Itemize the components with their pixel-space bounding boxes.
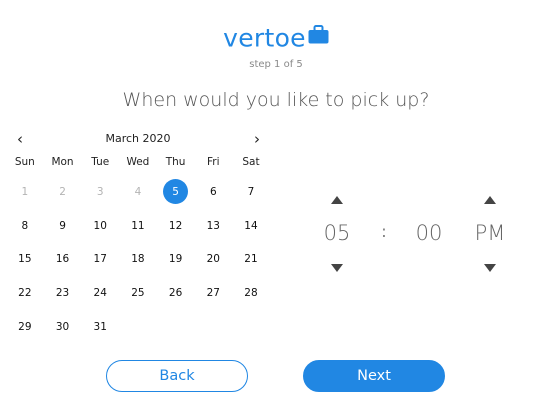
day-number: 19 xyxy=(168,253,183,266)
day-cell[interactable]: 9 xyxy=(44,209,82,243)
day-cell[interactable]: 14 xyxy=(232,209,270,243)
day-cell[interactable]: 29 xyxy=(6,310,44,344)
day-number: 1 xyxy=(21,185,29,198)
day-cell[interactable]: 12 xyxy=(157,209,195,243)
day-cell[interactable]: 18 xyxy=(119,243,157,277)
day-cell: 1 xyxy=(6,175,44,209)
day-number: 26 xyxy=(168,287,183,300)
time-picker: 05 : 00 PM xyxy=(305,190,540,278)
next-button[interactable]: Next xyxy=(303,360,445,392)
day-cell[interactable]: 22 xyxy=(6,276,44,310)
page-question: When would you like to pick up? xyxy=(122,89,430,111)
day-number: 2 xyxy=(59,185,66,198)
day-cell[interactable]: 13 xyxy=(194,209,232,243)
day-number: 8 xyxy=(21,219,29,232)
day-number: 23 xyxy=(55,287,70,300)
weekday-label: Tue xyxy=(91,156,110,168)
pickup-scheduler-page: vertoe step 1 of 5 When would you like t… xyxy=(0,0,552,414)
day-cell[interactable]: 23 xyxy=(44,276,82,310)
weekday-label: Thu xyxy=(165,156,186,168)
brand-name: vertoe xyxy=(223,23,306,53)
day-number: 24 xyxy=(93,287,107,300)
day-cell[interactable]: 8 xyxy=(6,209,44,243)
day-cell[interactable]: 25 xyxy=(119,276,157,310)
day-cell[interactable]: 16 xyxy=(44,243,82,277)
step-indicator: step 1 of 5 xyxy=(249,59,303,70)
day-number: 7 xyxy=(247,185,255,198)
day-number: 10 xyxy=(93,219,107,232)
day-number: 22 xyxy=(18,287,32,300)
hour-increment-arrow-icon[interactable] xyxy=(331,196,343,204)
weekday-label: Wed xyxy=(126,156,150,168)
day-number: 3 xyxy=(96,185,104,198)
day-number: 6 xyxy=(209,185,217,198)
day-number: 18 xyxy=(131,253,145,266)
day-number: 30 xyxy=(55,321,70,334)
day-cell: 3 xyxy=(81,175,119,209)
period-value[interactable]: PM xyxy=(460,221,520,245)
day-number: 15 xyxy=(18,253,32,266)
weekday-label: Sun xyxy=(14,156,35,168)
weekday-label: Sat xyxy=(242,156,260,168)
calendar-days-grid: 1 2 3 4 5 6 7 8 9 10 11 12 13 14 15 16 17 18 19 20 21 22 23 24 2… xyxy=(6,175,270,344)
day-number: 20 xyxy=(206,253,220,266)
day-number: 11 xyxy=(131,219,145,232)
minute-value[interactable]: 00 xyxy=(399,221,459,245)
day-number: 13 xyxy=(206,219,220,232)
weekday-label: Fri xyxy=(207,156,220,168)
period-increment-arrow-icon[interactable] xyxy=(484,196,496,204)
day-number: 27 xyxy=(206,287,220,300)
day-cell[interactable]: 27 xyxy=(194,276,232,310)
briefcase-icon xyxy=(308,21,329,50)
day-number: 28 xyxy=(244,287,258,300)
period-decrement-arrow-icon[interactable] xyxy=(484,264,496,272)
hour-value[interactable]: 05 xyxy=(307,221,367,245)
day-cell[interactable]: 7 xyxy=(232,175,270,209)
day-cell[interactable]: 28 xyxy=(232,276,270,310)
day-number: 17 xyxy=(93,253,107,266)
day-cell: 4 xyxy=(119,175,157,209)
day-cell[interactable]: 17 xyxy=(81,243,119,277)
day-cell[interactable]: 24 xyxy=(81,276,119,310)
day-cell[interactable]: 21 xyxy=(232,243,270,277)
day-cell[interactable]: 20 xyxy=(194,243,232,277)
day-number: 14 xyxy=(244,219,258,232)
time-separator: : xyxy=(381,222,387,241)
day-cell[interactable]: 30 xyxy=(44,310,82,344)
back-button[interactable]: Back xyxy=(106,360,248,392)
month-label: March 2020 xyxy=(105,132,171,145)
day-cell[interactable]: 10 xyxy=(81,209,119,243)
hour-decrement-arrow-icon[interactable] xyxy=(331,264,343,272)
day-cell[interactable]: 15 xyxy=(6,243,44,277)
brand-logo: vertoe xyxy=(0,22,552,53)
day-cell-selected[interactable]: 5 xyxy=(157,175,195,209)
day-number: 29 xyxy=(18,321,32,334)
day-number: 25 xyxy=(131,287,145,300)
day-number: 21 xyxy=(244,253,258,266)
day-number: 5 xyxy=(163,179,189,205)
day-number: 9 xyxy=(59,219,66,232)
day-cell[interactable]: 26 xyxy=(157,276,195,310)
day-number: 31 xyxy=(93,321,107,334)
day-cell[interactable]: 31 xyxy=(81,310,119,344)
day-cell[interactable]: 6 xyxy=(194,175,232,209)
day-cell: 2 xyxy=(44,175,82,209)
calendar-header: ‹ March 2020 › xyxy=(8,130,268,150)
day-number: 12 xyxy=(168,219,183,232)
day-number: 16 xyxy=(55,253,70,266)
day-number: 4 xyxy=(134,185,142,198)
day-cell[interactable]: 11 xyxy=(119,209,157,243)
weekday-label: Mon xyxy=(51,156,74,168)
day-cell[interactable]: 19 xyxy=(157,243,195,277)
chevron-right-icon[interactable]: › xyxy=(247,130,267,150)
weekday-header: Sun Mon Tue Wed Thu Fri Sat xyxy=(6,155,270,169)
